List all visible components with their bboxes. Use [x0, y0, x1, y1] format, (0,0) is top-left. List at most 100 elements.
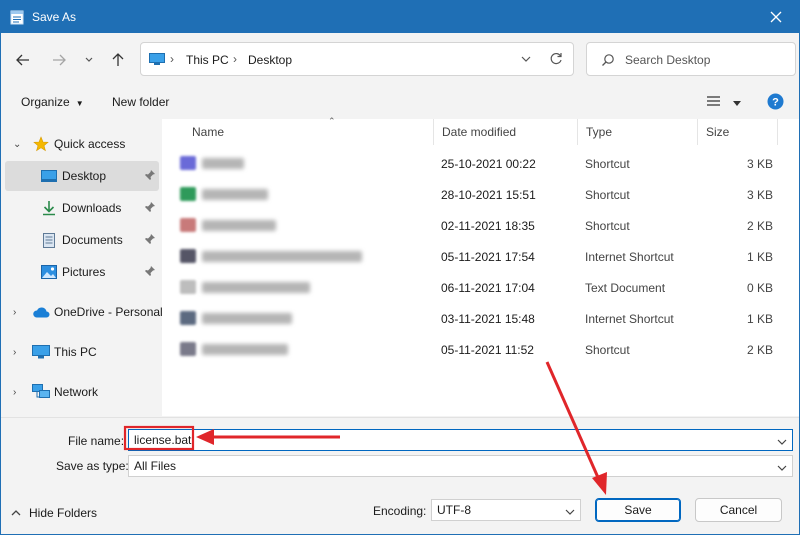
save-as-type-select[interactable]: All Files	[128, 455, 793, 477]
cancel-button[interactable]: Cancel	[695, 498, 782, 522]
date-modified-cell: 05-11-2021 11:52	[441, 343, 534, 357]
notepad-icon	[10, 9, 24, 25]
table-row[interactable]: 03-11-2021 15:48 Internet Shortcut 1 KB	[162, 303, 799, 334]
column-header-date[interactable]: Date modified	[434, 119, 578, 145]
table-row[interactable]: 25-10-2021 00:22 Shortcut 3 KB	[162, 148, 799, 179]
hide-folders-button[interactable]: Hide Folders	[11, 506, 97, 520]
save-as-type-value: All Files	[134, 459, 177, 473]
date-modified-cell: 03-11-2021 15:48	[441, 312, 535, 326]
nav-quick-access[interactable]: ⌄ Quick access	[5, 129, 159, 159]
search-input[interactable]	[625, 51, 785, 69]
arrow-up-icon	[112, 53, 124, 66]
pin-icon	[144, 201, 156, 216]
title-bar: Save As	[1, 1, 799, 33]
redacted-file-name	[202, 158, 244, 169]
redacted-file-name	[202, 282, 310, 293]
network-icon	[32, 383, 50, 401]
caret-down-icon: ▼	[75, 99, 84, 108]
caret-down-icon	[733, 101, 742, 106]
chevron-down-icon	[85, 57, 93, 62]
breadcrumb-desktop[interactable]: Desktop	[248, 53, 292, 67]
file-name-field[interactable]: license.bat	[128, 429, 793, 451]
sort-ascending-icon: ⌃	[328, 116, 336, 126]
help-icon: ?	[767, 93, 784, 110]
nav-this-pc[interactable]: › This PC	[5, 337, 159, 367]
back-button[interactable]	[11, 48, 35, 72]
size-cell: 1 KB	[747, 312, 774, 326]
pin-icon	[144, 169, 156, 184]
refresh-button[interactable]	[549, 51, 563, 70]
table-row[interactable]: 05-11-2021 11:52 Shortcut 2 KB	[162, 334, 799, 365]
chevron-right-icon[interactable]: ›	[13, 307, 23, 318]
save-as-type-label: Save as type:	[56, 459, 129, 473]
file-icon	[180, 156, 196, 170]
file-icon	[180, 187, 196, 201]
search-box[interactable]	[586, 42, 796, 76]
column-header-name[interactable]: Name ⌃	[184, 116, 434, 145]
nav-network[interactable]: › Network	[5, 377, 159, 407]
breadcrumb-this-pc[interactable]: This PC	[186, 53, 229, 67]
encoding-select[interactable]: UTF-8	[431, 499, 581, 521]
nav-downloads[interactable]: Downloads	[5, 193, 159, 223]
help-button[interactable]: ?	[767, 93, 784, 113]
file-name-label: File name:	[68, 434, 125, 448]
file-list[interactable]: Name ⌃ Date modified Type Size 25-10-202…	[162, 116, 799, 416]
table-row[interactable]: 06-11-2021 17:04 Text Document 0 KB	[162, 272, 799, 303]
file-icon	[180, 218, 196, 232]
table-row[interactable]: 28-10-2021 15:51 Shortcut 3 KB	[162, 179, 799, 210]
document-icon	[40, 231, 58, 249]
table-row[interactable]: 02-11-2021 18:35 Shortcut 2 KB	[162, 210, 799, 241]
redacted-file-name	[202, 344, 288, 355]
size-cell: 3 KB	[747, 188, 774, 202]
file-icon	[180, 249, 196, 263]
pin-icon	[144, 265, 156, 280]
table-row[interactable]: 05-11-2021 17:54 Internet Shortcut 1 KB	[162, 241, 799, 272]
address-dropdown-button[interactable]	[521, 51, 531, 70]
nav-onedrive[interactable]: › OneDrive - Personal	[5, 297, 163, 327]
file-name-value[interactable]: license.bat	[134, 433, 191, 447]
save-button[interactable]: Save	[595, 498, 681, 522]
pin-icon	[144, 233, 156, 248]
up-button[interactable]	[106, 48, 130, 72]
redacted-file-name	[202, 313, 292, 324]
computer-icon	[32, 343, 50, 361]
forward-button[interactable]	[47, 48, 71, 72]
close-button[interactable]	[753, 1, 799, 33]
nav-label: Downloads	[62, 201, 122, 215]
nav-pictures[interactable]: Pictures	[5, 257, 159, 287]
address-bar[interactable]: › This PC › Desktop	[140, 42, 574, 76]
cloud-icon	[32, 303, 50, 321]
type-cell: Internet Shortcut	[585, 312, 674, 326]
size-cell: 3 KB	[747, 157, 774, 171]
nav-label: Network	[54, 385, 99, 399]
nav-desktop[interactable]: Desktop	[5, 161, 159, 191]
chevron-right-icon[interactable]: ›	[13, 387, 23, 398]
search-icon	[601, 53, 615, 70]
new-folder-button[interactable]: New folder	[112, 95, 169, 109]
size-cell: 0 KB	[747, 281, 774, 295]
nav-label: OneDrive - Personal	[54, 305, 163, 319]
nav-documents[interactable]: Documents	[5, 225, 159, 255]
redacted-file-name	[202, 220, 276, 231]
column-header-size[interactable]: Size	[698, 119, 778, 145]
close-icon	[770, 11, 782, 23]
breadcrumb-separator: ›	[233, 52, 237, 66]
pictures-icon	[40, 263, 58, 281]
date-modified-cell: 25-10-2021 00:22	[441, 157, 536, 171]
nav-label: Desktop	[62, 169, 107, 183]
chevron-down-icon[interactable]: ⌄	[13, 139, 23, 150]
organize-menu[interactable]: Organize ▼	[21, 95, 84, 109]
chevron-right-icon[interactable]: ›	[13, 347, 23, 358]
column-header-type[interactable]: Type	[578, 119, 698, 145]
encoding-value: UTF-8	[437, 503, 471, 517]
desktop-icon	[40, 167, 58, 185]
save-panel: File name: license.bat Save as type: All…	[1, 417, 799, 534]
date-modified-cell: 06-11-2021 17:04	[441, 281, 535, 295]
download-icon	[40, 199, 58, 217]
redacted-file-name	[202, 189, 268, 200]
arrow-right-icon	[53, 54, 66, 66]
view-menu[interactable]	[707, 95, 742, 110]
recent-locations-button[interactable]	[77, 48, 101, 72]
chevron-down-icon	[777, 461, 787, 475]
chevron-down-icon[interactable]	[777, 435, 787, 449]
